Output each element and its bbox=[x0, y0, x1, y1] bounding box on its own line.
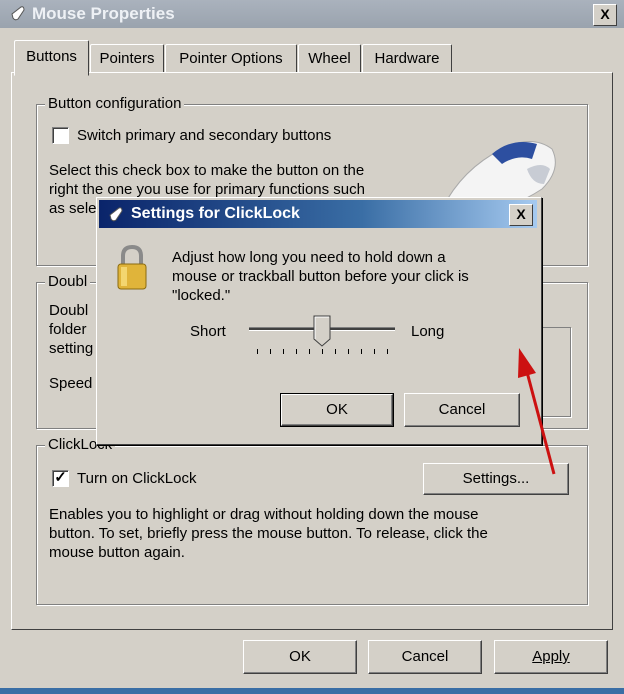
red-arrow bbox=[518, 348, 556, 475]
